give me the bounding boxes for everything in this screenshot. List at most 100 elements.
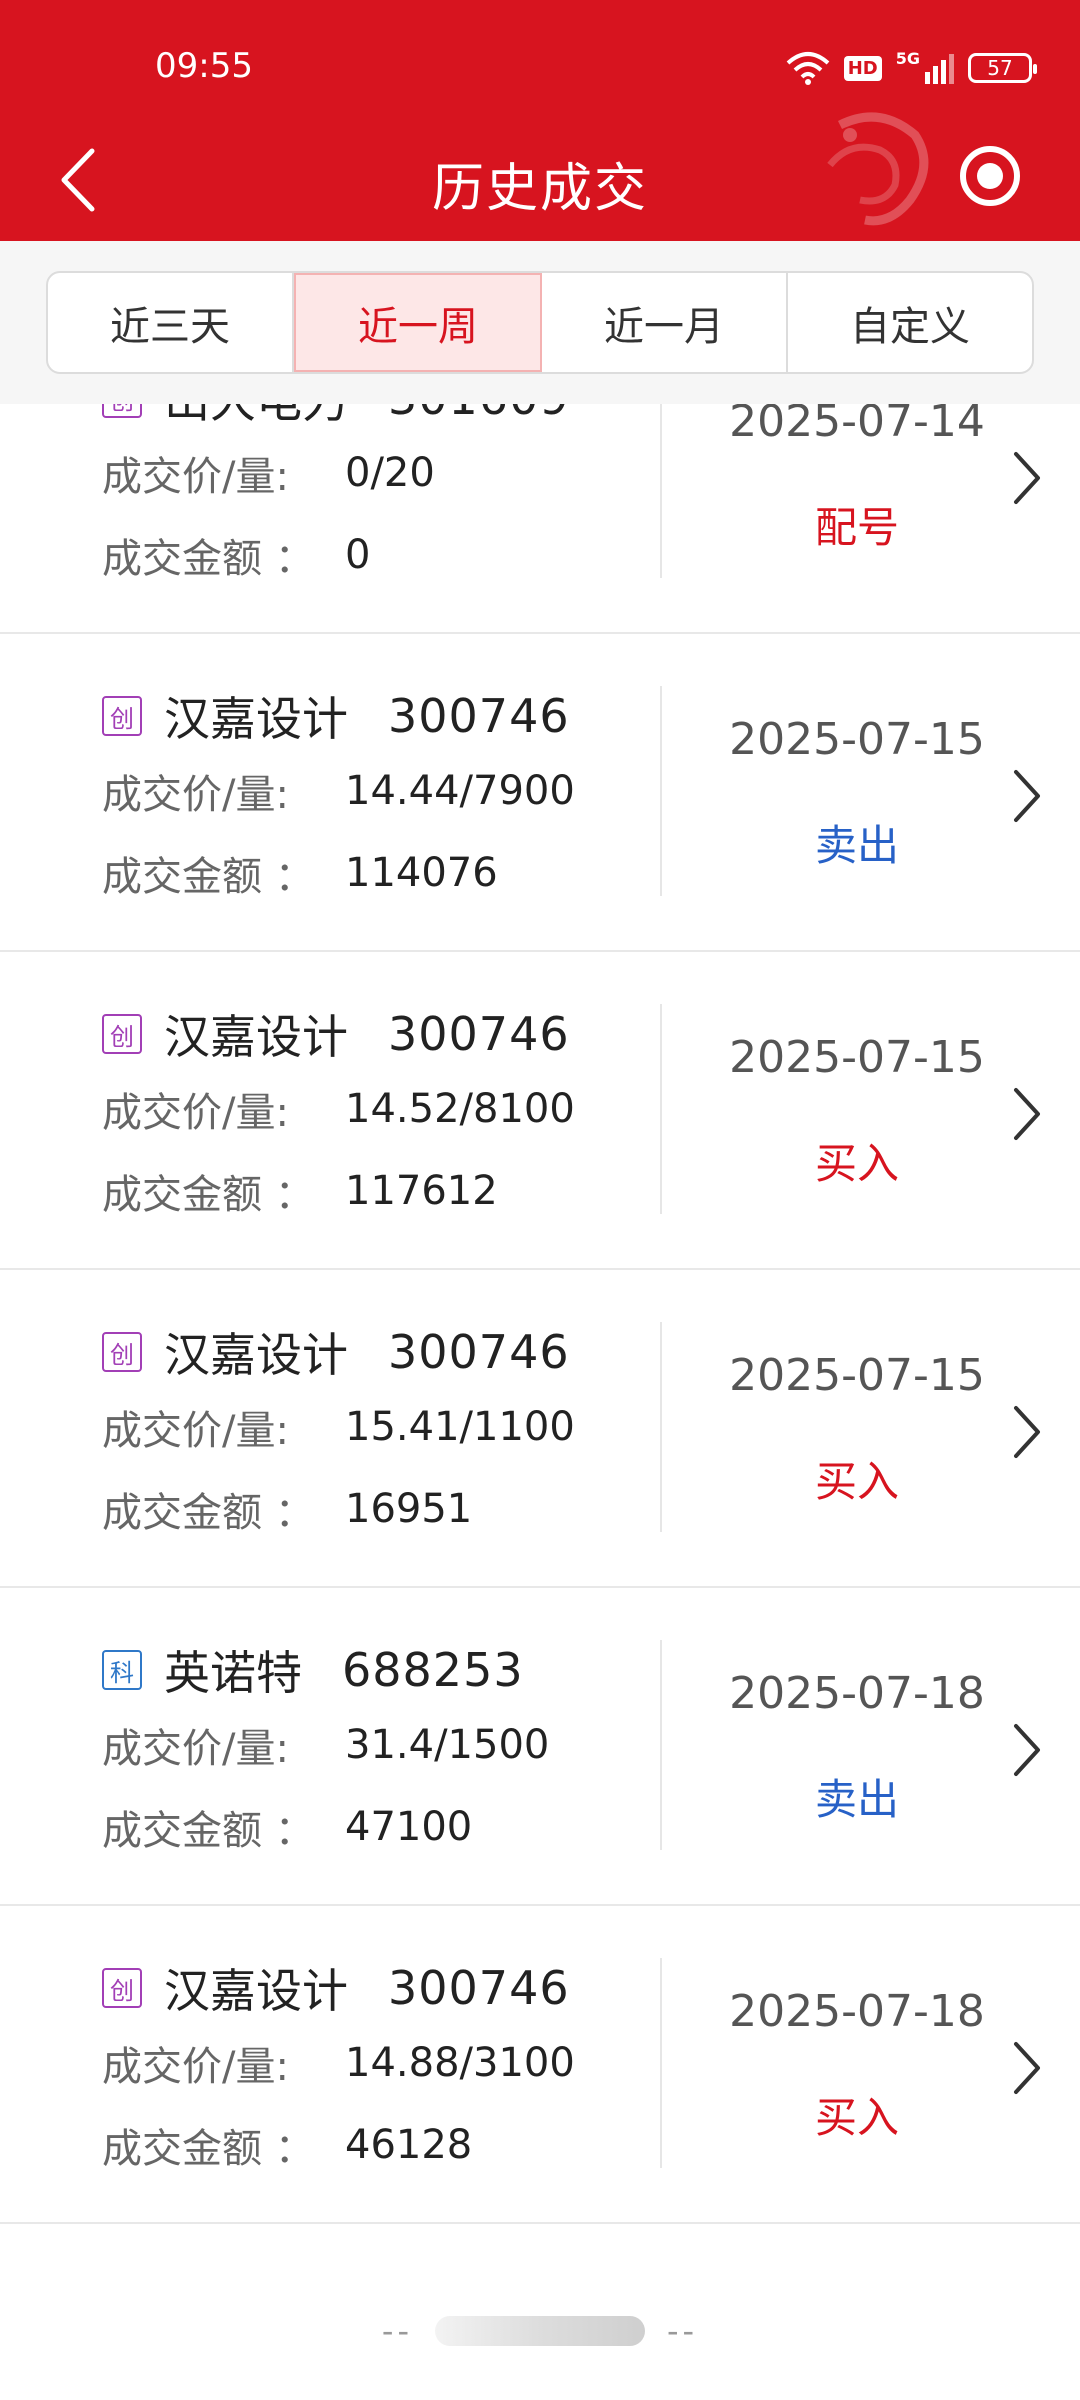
trade-record[interactable]: 创 汉嘉设计 300746 成交价/量: 15.41/1100 成交金额 ： 1… <box>0 1270 1080 1588</box>
amount-label: 成交金额 ： <box>102 2126 315 2172</box>
amount-value: 16951 <box>345 1486 473 1532</box>
tab-custom[interactable]: 自定义 <box>788 273 1032 372</box>
amount-value: 46128 <box>345 2122 473 2168</box>
trade-action: 买入 <box>814 1457 899 1506</box>
price-qty-row: 成交价/量: 15.41/1100 <box>102 1402 575 1454</box>
trade-date: 2025-07-15 <box>729 1032 985 1083</box>
trade-date: 2025-07-14 <box>729 404 985 447</box>
amount-label: 成交金额 ： <box>102 854 315 900</box>
record-icon[interactable] <box>958 144 1022 208</box>
price-qty-row: 成交价/量: 14.52/8100 <box>102 1084 575 1136</box>
trade-action: 卖出 <box>814 821 899 870</box>
amount-row: 成交金额 ： 114076 <box>102 848 498 900</box>
amount-value: 47100 <box>345 1804 473 1850</box>
stock-name: 山大电力 <box>164 404 348 431</box>
amount-row: 成交金额 ： 16951 <box>102 1484 473 1536</box>
trade-action: 买入 <box>814 2093 899 2142</box>
price-qty-value: 14.44/7900 <box>345 768 575 814</box>
chevron-right-icon <box>1014 770 1040 822</box>
hd-badge: HD <box>843 55 882 81</box>
price-qty-label: 成交价/量: <box>102 1726 289 1772</box>
stock-code: 300746 <box>388 1007 570 1061</box>
stock-name: 汉嘉设计 <box>164 1328 348 1382</box>
footer-blurred-text <box>435 2316 645 2346</box>
chevron-right-icon <box>1014 1088 1040 1140</box>
network-type: 5G <box>895 48 920 68</box>
price-qty-value: 31.4/1500 <box>345 1722 550 1768</box>
amount-row: 成交金额 ： 46128 <box>102 2120 473 2172</box>
trade-record[interactable]: 科 英诺特 688253 成交价/量: 31.4/1500 成交金额 ： 471… <box>0 1588 1080 1906</box>
stock-code: 300746 <box>388 1325 570 1379</box>
price-qty-value: 0/20 <box>345 450 435 496</box>
tab-one-week[interactable]: 近一周 <box>294 273 542 372</box>
price-qty-value: 14.52/8100 <box>345 1086 575 1132</box>
price-qty-row: 成交价/量: 14.44/7900 <box>102 766 575 818</box>
board-badge: 创 <box>102 404 142 418</box>
signal-icon <box>925 54 954 84</box>
trade-date: 2025-07-18 <box>729 1986 985 2037</box>
price-qty-label: 成交价/量: <box>102 454 289 500</box>
stock-info: 创 汉嘉设计 300746 <box>102 1322 570 1382</box>
trade-record[interactable]: 创 山大电力 301609 成交价/量: 0/20 成交金额 ： 0 2025-… <box>0 404 1080 634</box>
board-badge: 创 <box>102 1014 142 1054</box>
trade-date: 2025-07-15 <box>729 1350 985 1401</box>
amount-row: 成交金额 ： 117612 <box>102 1166 498 1218</box>
stock-code: 300746 <box>388 1961 570 2015</box>
stock-name: 汉嘉设计 <box>164 692 348 746</box>
board-badge: 科 <box>102 1650 142 1690</box>
board-badge: 创 <box>102 696 142 736</box>
tab-one-month[interactable]: 近一月 <box>542 273 788 372</box>
chevron-right-icon <box>1014 2042 1040 2094</box>
stock-info: 创 汉嘉设计 300746 <box>102 1958 570 2018</box>
amount-label: 成交金额 ： <box>102 1172 315 1218</box>
stock-code: 301609 <box>388 404 570 425</box>
trade-list: 创 山大电力 301609 成交价/量: 0/20 成交金额 ： 0 2025-… <box>0 404 1080 2262</box>
amount-label: 成交金额 ： <box>102 536 315 582</box>
trade-date: 2025-07-18 <box>729 1668 985 1719</box>
trade-record[interactable]: 创 汉嘉设计 300746 成交价/量: 14.44/7900 成交金额 ： 1… <box>0 634 1080 952</box>
stock-info: 科 英诺特 688253 <box>102 1640 524 1700</box>
period-tabs: 近三天 近一周 近一月 自定义 <box>46 271 1034 374</box>
amount-value: 117612 <box>345 1168 498 1214</box>
stock-info: 创 山大电力 301609 <box>102 404 570 428</box>
trade-action: 卖出 <box>814 1775 899 1824</box>
price-qty-row: 成交价/量: 31.4/1500 <box>102 1720 550 1772</box>
dragon-logo-icon <box>827 112 929 226</box>
price-qty-row: 成交价/量: 14.88/3100 <box>102 2038 575 2090</box>
wifi-icon <box>786 52 830 85</box>
amount-value: 114076 <box>345 850 498 896</box>
price-qty-label: 成交价/量: <box>102 2044 289 2090</box>
stock-info: 创 汉嘉设计 300746 <box>102 1004 570 1064</box>
board-badge: 创 <box>102 1968 142 2008</box>
board-badge: 创 <box>102 1332 142 1372</box>
stock-info: 创 汉嘉设计 300746 <box>102 686 570 746</box>
chevron-right-icon <box>1014 1406 1040 1458</box>
status-icons: HD 5G 57 <box>786 48 1037 88</box>
price-qty-label: 成交价/量: <box>102 772 289 818</box>
amount-row: 成交金额 ： 0 <box>102 530 371 582</box>
battery-icon: 57 <box>968 53 1037 83</box>
chevron-right-icon <box>1014 452 1040 504</box>
status-time: 09:55 <box>155 46 253 86</box>
stock-name: 英诺特 <box>164 1646 302 1700</box>
trade-action: 配号 <box>814 503 899 552</box>
period-tabs-bar: 近三天 近一周 近一月 自定义 <box>0 241 1080 404</box>
price-qty-label: 成交价/量: <box>102 1408 289 1454</box>
amount-label: 成交金额 ： <box>102 1808 315 1854</box>
app-header: 09:55 HD 5G 57 历史成交 <box>0 0 1080 241</box>
stock-code: 300746 <box>388 689 570 743</box>
stock-name: 汉嘉设计 <box>164 1010 348 1064</box>
stock-name: 汉嘉设计 <box>164 1964 348 2018</box>
amount-value: 0 <box>345 532 371 578</box>
price-qty-value: 15.41/1100 <box>345 1404 575 1450</box>
trade-date: 2025-07-15 <box>729 714 985 765</box>
trade-record[interactable]: 创 汉嘉设计 300746 成交价/量: 14.52/8100 成交金额 ： 1… <box>0 952 1080 1270</box>
price-qty-row: 成交价/量: 0/20 <box>102 448 435 500</box>
trade-record[interactable]: 创 汉嘉设计 300746 成交价/量: 14.88/3100 成交金额 ： 4… <box>0 1906 1080 2224</box>
chevron-right-icon <box>1014 1724 1040 1776</box>
list-end-footer: -- -- <box>0 2262 1080 2400</box>
tab-three-days[interactable]: 近三天 <box>48 273 294 372</box>
amount-row: 成交金额 ： 47100 <box>102 1802 473 1854</box>
amount-label: 成交金额 ： <box>102 1490 315 1536</box>
price-qty-value: 14.88/3100 <box>345 2040 575 2086</box>
